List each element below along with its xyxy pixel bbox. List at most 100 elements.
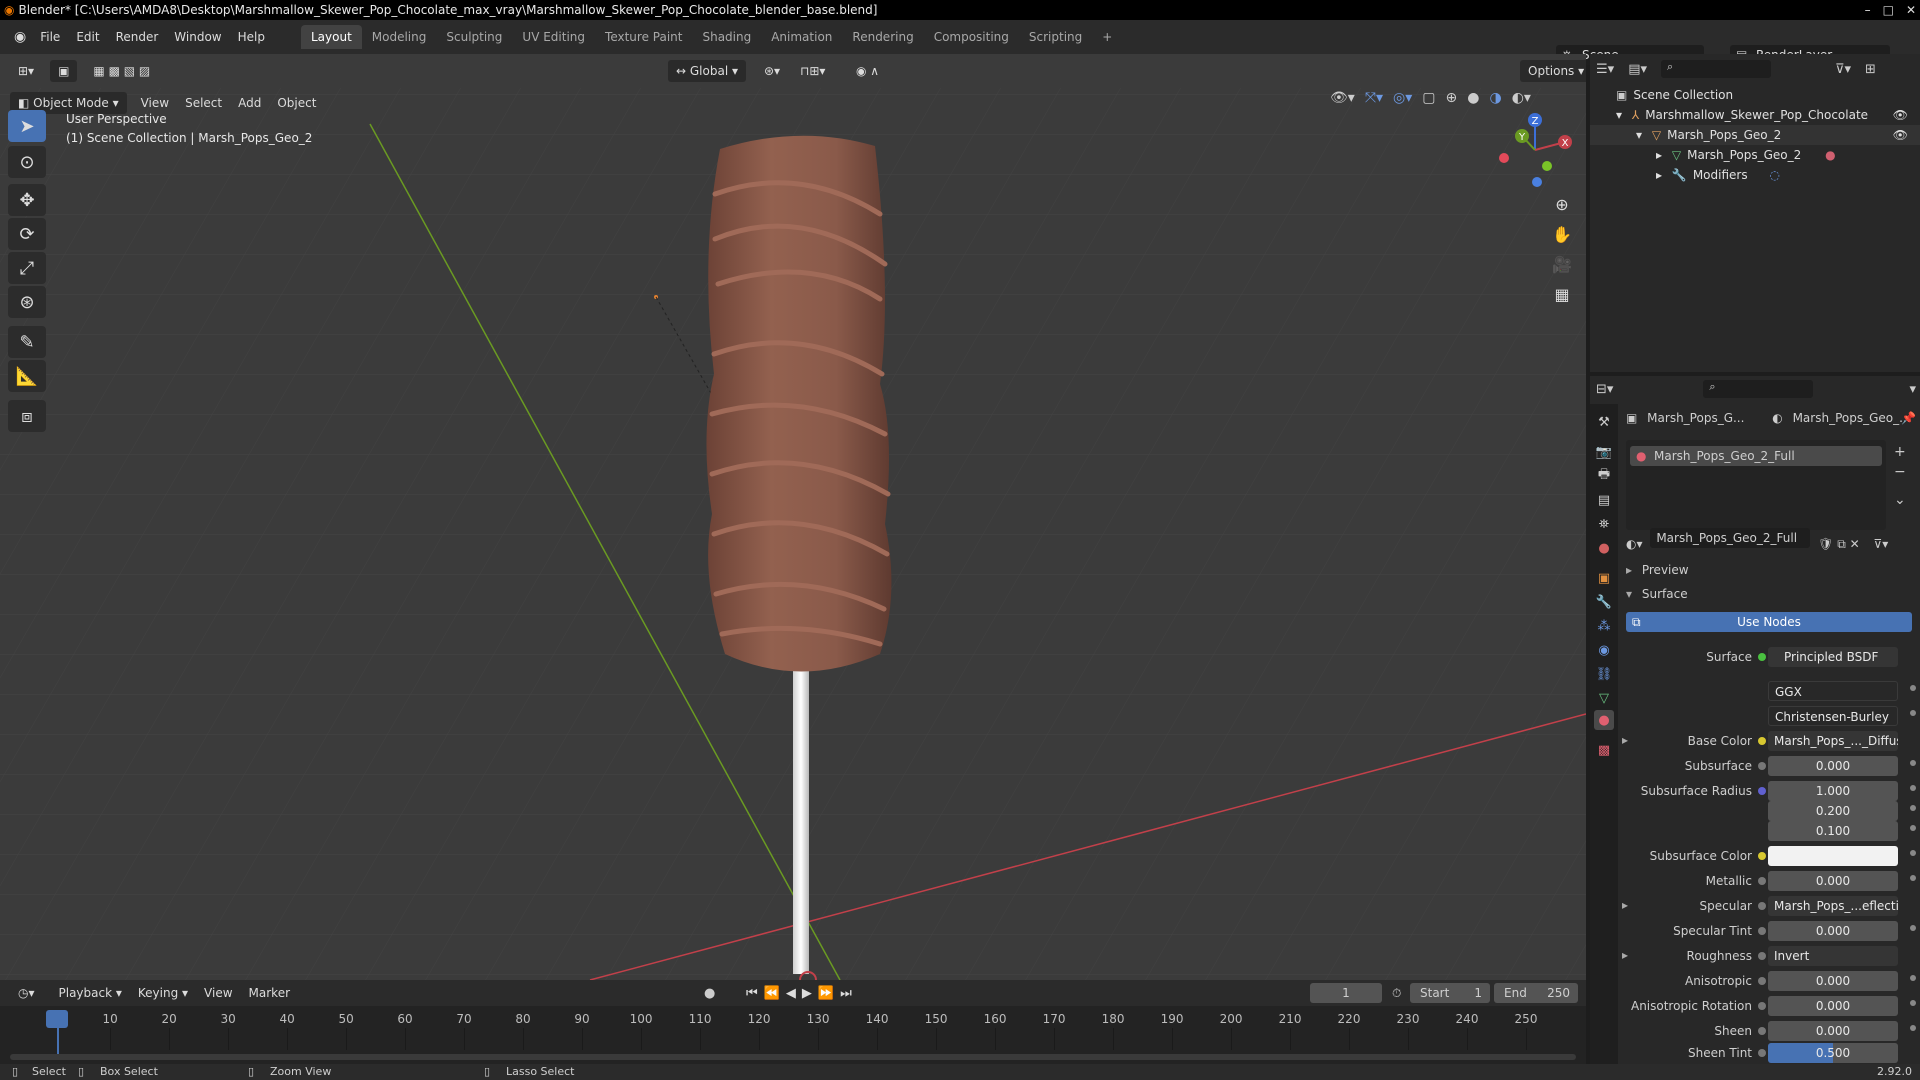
- measure-tool[interactable]: 📐: [8, 360, 46, 392]
- add-workspace-button[interactable]: +: [1092, 25, 1122, 49]
- constraints-tab-icon[interactable]: ⛓: [1594, 664, 1614, 684]
- keyframe-dot-icon[interactable]: [1910, 975, 1916, 981]
- surface-shader-field[interactable]: Principled BSDF: [1768, 647, 1898, 667]
- zoom-icon[interactable]: ⊕: [1548, 190, 1576, 218]
- editor-type-icon[interactable]: ⊞▾: [10, 60, 42, 82]
- socket-icon[interactable]: [1758, 1049, 1766, 1057]
- rotate-tool[interactable]: ⟳: [8, 218, 46, 250]
- outliner-editor-icon[interactable]: ☰▾: [1596, 62, 1614, 77]
- subsurface-radius-x-field[interactable]: 1.000: [1768, 781, 1898, 801]
- expand-arrow-icon[interactable]: ▸: [1622, 898, 1628, 912]
- subsurface-field[interactable]: 0.000: [1768, 756, 1898, 776]
- stopwatch-icon[interactable]: ⏱: [1392, 986, 1401, 1001]
- tool-tab-icon[interactable]: ⚒: [1594, 412, 1614, 432]
- material-shading-icon[interactable]: ◑: [1489, 90, 1501, 106]
- surface-panel-header[interactable]: ▾ Surface: [1626, 584, 1916, 604]
- output-tab-icon[interactable]: 🖶: [1594, 466, 1614, 486]
- subsurface-color-swatch[interactable]: [1768, 846, 1898, 866]
- tab-compositing[interactable]: Compositing: [924, 25, 1019, 49]
- world-tab-icon[interactable]: ●: [1594, 538, 1614, 558]
- slot-menu-icon[interactable]: ⌄: [1894, 490, 1906, 510]
- socket-icon[interactable]: [1758, 977, 1766, 985]
- physics-tab-icon[interactable]: ◉: [1594, 640, 1614, 660]
- modifier-tab-icon[interactable]: 🔧: [1594, 592, 1614, 612]
- menu-help[interactable]: Help: [230, 20, 273, 54]
- roughness-node-field[interactable]: Invert: [1768, 946, 1898, 966]
- selection-modes[interactable]: ▦ ▩ ▧ ▨: [85, 60, 158, 82]
- overlay-icon[interactable]: ◎▾: [1393, 90, 1412, 106]
- tab-sculpting[interactable]: Sculpting: [436, 25, 512, 49]
- material-icon[interactable]: ●: [1825, 148, 1835, 162]
- subsurface-radius-y-field[interactable]: 0.200: [1768, 801, 1898, 821]
- view-layer-tab-icon[interactable]: ▤: [1594, 490, 1614, 510]
- socket-icon[interactable]: [1758, 762, 1766, 770]
- outliner-item[interactable]: ▸ ▽ Marsh_Pops_Geo_2 ●: [1590, 145, 1920, 165]
- timeline-editor[interactable]: ◷▾ Playback ▾ Keying ▾ View Marker ● ⏮⏪◀…: [0, 980, 1586, 1064]
- rendered-shading-icon[interactable]: ◐▾: [1512, 90, 1531, 106]
- menu-render[interactable]: Render: [108, 20, 167, 54]
- gizmo-icon[interactable]: ⤧▾: [1365, 90, 1383, 106]
- keyframe-dot-icon[interactable]: [1910, 850, 1916, 856]
- outliner-item[interactable]: ▸ 🔧 Modifiers ◌: [1590, 165, 1920, 185]
- subsurface-radius-z-field[interactable]: 0.100: [1768, 821, 1898, 841]
- timeline-menu-view[interactable]: View: [196, 982, 240, 1004]
- tab-texture-paint[interactable]: Texture Paint: [595, 25, 692, 49]
- metallic-field[interactable]: 0.000: [1768, 871, 1898, 891]
- material-name-field[interactable]: Marsh_Pops_Geo_2_Full: [1650, 528, 1811, 548]
- visibility-icon[interactable]: 👁▾: [1330, 90, 1355, 106]
- timeline-menu-keying[interactable]: Keying ▾: [130, 982, 196, 1004]
- display-mode-icon[interactable]: ▤▾: [1628, 62, 1647, 77]
- render-tab-icon[interactable]: 📷: [1594, 442, 1614, 462]
- select-box-tool[interactable]: ➤: [8, 110, 46, 142]
- unlink-material-icon[interactable]: ✕: [1850, 537, 1860, 551]
- distribution-dropdown[interactable]: GGX: [1768, 681, 1898, 701]
- skewer-stick[interactable]: [793, 654, 809, 974]
- specular-texture-field[interactable]: Marsh_Pops_...eflection.png: [1768, 896, 1898, 916]
- remove-slot-icon[interactable]: −: [1894, 462, 1906, 482]
- outliner-item[interactable]: ▾ ⅄ Marshmallow_Skewer_Pop_Chocolate 👁: [1590, 105, 1920, 125]
- timeline-menu-playback[interactable]: Playback ▾: [51, 982, 130, 1004]
- snap-icon[interactable]: ⊓⊞▾: [792, 60, 833, 82]
- object-tab-icon[interactable]: ▣: [1594, 568, 1614, 588]
- expand-arrow-icon[interactable]: ▸: [1622, 733, 1628, 747]
- timeline-menu-marker[interactable]: Marker: [241, 982, 298, 1004]
- socket-icon[interactable]: [1758, 877, 1766, 885]
- 3d-viewport[interactable]: ⊞▾ ▣ ▦ ▩ ▧ ▨ ↔ Global ▾ ⊛▾ ⊓⊞▾ ◉ ∧ Optio…: [0, 54, 1586, 980]
- expand-arrow-icon[interactable]: ▸: [1656, 168, 1662, 182]
- outliner-item[interactable]: ▾ ▽ Marsh_Pops_Geo_2 👁: [1590, 125, 1920, 145]
- start-frame-field[interactable]: Start 1: [1410, 983, 1490, 1003]
- blender-menu-icon[interactable]: ◉: [8, 29, 32, 45]
- preview-panel-header[interactable]: ▸ Preview: [1626, 560, 1916, 580]
- visibility-eye-icon[interactable]: 👁: [1893, 125, 1908, 145]
- current-frame-field[interactable]: 1: [1310, 983, 1382, 1003]
- tab-scripting[interactable]: Scripting: [1019, 25, 1092, 49]
- duplicate-material-icon[interactable]: ⧉: [1837, 537, 1846, 551]
- fake-user-icon[interactable]: 🛡: [1818, 537, 1833, 551]
- expand-arrow-icon[interactable]: ▸: [1622, 948, 1628, 962]
- texture-tab-icon[interactable]: ▩: [1594, 740, 1614, 760]
- material-slot-list[interactable]: ● Marsh_Pops_Geo_2_Full: [1626, 440, 1886, 530]
- prev-keyframe-icon[interactable]: ⏪: [764, 986, 786, 1001]
- anisotropic-rotation-field[interactable]: 0.000: [1768, 996, 1898, 1016]
- tab-animation[interactable]: Animation: [761, 25, 842, 49]
- next-keyframe-icon[interactable]: ⏩: [818, 986, 840, 1001]
- visibility-eye-icon[interactable]: 👁: [1893, 105, 1908, 125]
- transform-tool[interactable]: ⊛: [8, 286, 46, 318]
- pivot-point-icon[interactable]: ⊛▾: [756, 60, 788, 82]
- keyframe-dot-icon[interactable]: [1910, 875, 1916, 881]
- keyframe-dot-icon[interactable]: [1910, 710, 1916, 716]
- add-slot-icon[interactable]: +: [1894, 442, 1906, 462]
- playhead-marker[interactable]: [46, 1010, 68, 1028]
- cursor-tool[interactable]: ⊙: [8, 146, 46, 178]
- expand-arrow-icon[interactable]: ▸: [1656, 148, 1662, 162]
- properties-search-icon[interactable]: ⌕: [1703, 380, 1814, 398]
- socket-icon[interactable]: [1758, 787, 1766, 795]
- xray-icon[interactable]: ▢: [1422, 90, 1435, 106]
- anisotropic-field[interactable]: 0.000: [1768, 971, 1898, 991]
- keyframe-dot-icon[interactable]: [1910, 685, 1916, 691]
- keyframe-dot-icon[interactable]: [1910, 1025, 1916, 1031]
- use-nodes-button[interactable]: ⧉ Use Nodes: [1626, 612, 1912, 632]
- timeline-editor-icon[interactable]: ◷▾: [10, 982, 43, 1004]
- tab-shading[interactable]: Shading: [692, 25, 761, 49]
- keyframe-dot-icon[interactable]: [1910, 785, 1916, 791]
